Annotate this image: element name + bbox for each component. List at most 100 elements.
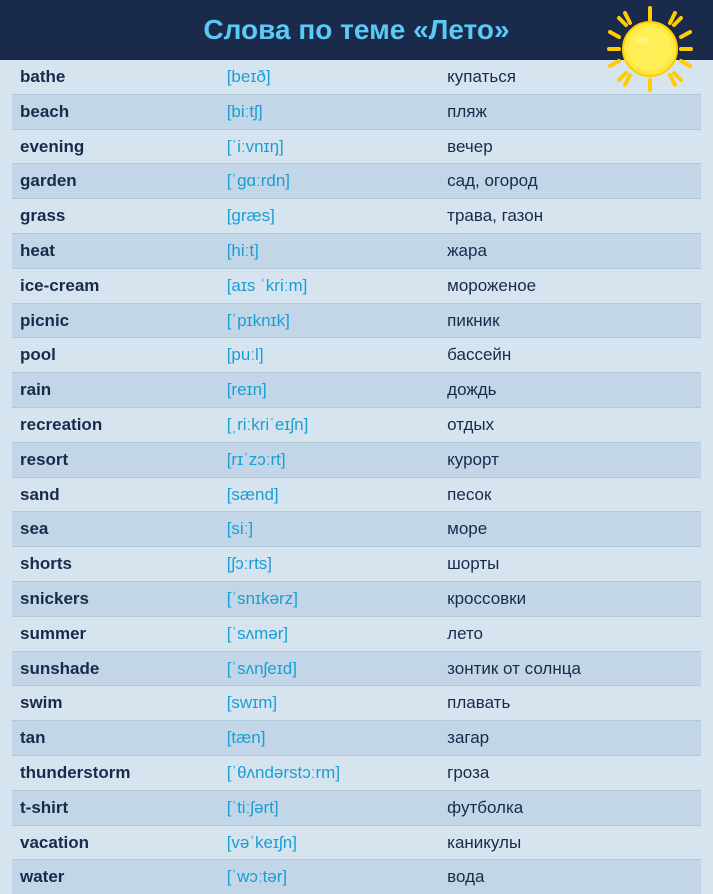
word-cell: bathe <box>12 60 219 94</box>
word-cell: ice-cream <box>12 268 219 303</box>
phonetic-cell: [ˈθʌndərstɔːrm] <box>219 755 439 790</box>
word-cell: tan <box>12 721 219 756</box>
table-row: snickers[ˈsnɪkərz]кроссовки <box>12 581 701 616</box>
word-cell: vacation <box>12 825 219 860</box>
phonetic-cell: [puːl] <box>219 338 439 373</box>
sun-svg <box>605 4 695 94</box>
table-row: ice-cream[aɪs ˈkriːm]мороженое <box>12 268 701 303</box>
phonetic-cell: [biːtʃ] <box>219 94 439 129</box>
table-row: heat[hiːt]жара <box>12 233 701 268</box>
phonetic-cell: [beɪð] <box>219 60 439 94</box>
table-row: resort[rɪˈzɔːrt]курорт <box>12 442 701 477</box>
table-row: recreation[ˌriːkriˈeɪʃn]отдых <box>12 407 701 442</box>
phonetic-cell: [vəˈkeɪʃn] <box>219 825 439 860</box>
word-cell: recreation <box>12 407 219 442</box>
word-cell: evening <box>12 129 219 164</box>
word-cell: shorts <box>12 547 219 582</box>
translation-cell: пляж <box>439 94 701 129</box>
word-cell: heat <box>12 233 219 268</box>
phonetic-cell: [reɪn] <box>219 373 439 408</box>
translation-cell: дождь <box>439 373 701 408</box>
phonetic-cell: [sænd] <box>219 477 439 512</box>
table-row: shorts[ʃɔːrts]шорты <box>12 547 701 582</box>
table-row: rain[reɪn]дождь <box>12 373 701 408</box>
translation-cell: загар <box>439 721 701 756</box>
word-cell: rain <box>12 373 219 408</box>
phonetic-cell: [siː] <box>219 512 439 547</box>
word-cell: resort <box>12 442 219 477</box>
sun-decoration <box>605 4 695 94</box>
word-cell: picnic <box>12 303 219 338</box>
table-row: garden[ˈɡɑːrdn]сад, огород <box>12 164 701 199</box>
phonetic-cell: [ɡræs] <box>219 199 439 234</box>
phonetic-cell: [ˌriːkriˈeɪʃn] <box>219 407 439 442</box>
word-cell: summer <box>12 616 219 651</box>
word-cell: sea <box>12 512 219 547</box>
table-row: t-shirt[ˈtiːʃərt]футболка <box>12 790 701 825</box>
phonetic-cell: [ˈwɔːtər] <box>219 860 439 894</box>
header: Слова по теме «Лето» <box>0 0 713 60</box>
table-row: picnic[ˈpɪknɪk]пикник <box>12 303 701 338</box>
translation-cell: трава, газон <box>439 199 701 234</box>
translation-cell: сад, огород <box>439 164 701 199</box>
translation-cell: кроссовки <box>439 581 701 616</box>
translation-cell: море <box>439 512 701 547</box>
translation-cell: песок <box>439 477 701 512</box>
table-row: water[ˈwɔːtər]вода <box>12 860 701 894</box>
phonetic-cell: [ˈsʌmər] <box>219 616 439 651</box>
word-cell: swim <box>12 686 219 721</box>
table-row: sand[sænd]песок <box>12 477 701 512</box>
table-row: pool[puːl]бассейн <box>12 338 701 373</box>
table-row: evening[ˈiːvnɪŋ]вечер <box>12 129 701 164</box>
table-row: bathe[beɪð]купаться <box>12 60 701 94</box>
phonetic-cell: [hiːt] <box>219 233 439 268</box>
word-cell: sand <box>12 477 219 512</box>
phonetic-cell: [ˈsʌnʃeɪd] <box>219 651 439 686</box>
translation-cell: шорты <box>439 547 701 582</box>
phonetic-cell: [ˈsnɪkərz] <box>219 581 439 616</box>
phonetic-cell: [ˈpɪknɪk] <box>219 303 439 338</box>
translation-cell: лето <box>439 616 701 651</box>
translation-cell: курорт <box>439 442 701 477</box>
word-cell: grass <box>12 199 219 234</box>
word-cell: beach <box>12 94 219 129</box>
phonetic-cell: [ˈiːvnɪŋ] <box>219 129 439 164</box>
translation-cell: вечер <box>439 129 701 164</box>
translation-cell: пикник <box>439 303 701 338</box>
phonetic-cell: [ˈtiːʃərt] <box>219 790 439 825</box>
translation-cell: футболка <box>439 790 701 825</box>
page-wrapper: Слова по теме «Лето» <box>0 0 713 894</box>
word-cell: sunshade <box>12 651 219 686</box>
table-row: swim[swɪm]плавать <box>12 686 701 721</box>
word-cell: snickers <box>12 581 219 616</box>
translation-cell: вода <box>439 860 701 894</box>
table-row: summer[ˈsʌmər]лето <box>12 616 701 651</box>
translation-cell: каникулы <box>439 825 701 860</box>
translation-cell: гроза <box>439 755 701 790</box>
phonetic-cell: [tæn] <box>219 721 439 756</box>
content-area: bathe[beɪð]купатьсяbeach[biːtʃ]пляжeveni… <box>0 60 713 894</box>
phonetic-cell: [ˈɡɑːrdn] <box>219 164 439 199</box>
translation-cell: жара <box>439 233 701 268</box>
phonetic-cell: [rɪˈzɔːrt] <box>219 442 439 477</box>
word-cell: water <box>12 860 219 894</box>
phonetic-cell: [ʃɔːrts] <box>219 547 439 582</box>
word-table: bathe[beɪð]купатьсяbeach[biːtʃ]пляжeveni… <box>12 60 701 894</box>
translation-cell: плавать <box>439 686 701 721</box>
word-cell: t-shirt <box>12 790 219 825</box>
word-cell: pool <box>12 338 219 373</box>
table-row: sunshade[ˈsʌnʃeɪd]зонтик от солнца <box>12 651 701 686</box>
table-row: grass[ɡræs]трава, газон <box>12 199 701 234</box>
translation-cell: бассейн <box>439 338 701 373</box>
word-cell: garden <box>12 164 219 199</box>
table-row: beach[biːtʃ]пляж <box>12 94 701 129</box>
word-cell: thunderstorm <box>12 755 219 790</box>
table-row: sea[siː]море <box>12 512 701 547</box>
table-row: vacation[vəˈkeɪʃn]каникулы <box>12 825 701 860</box>
phonetic-cell: [swɪm] <box>219 686 439 721</box>
translation-cell: отдых <box>439 407 701 442</box>
page-title: Слова по теме «Лето» <box>203 14 509 45</box>
table-row: thunderstorm[ˈθʌndərstɔːrm]гроза <box>12 755 701 790</box>
translation-cell: мороженое <box>439 268 701 303</box>
translation-cell: зонтик от солнца <box>439 651 701 686</box>
